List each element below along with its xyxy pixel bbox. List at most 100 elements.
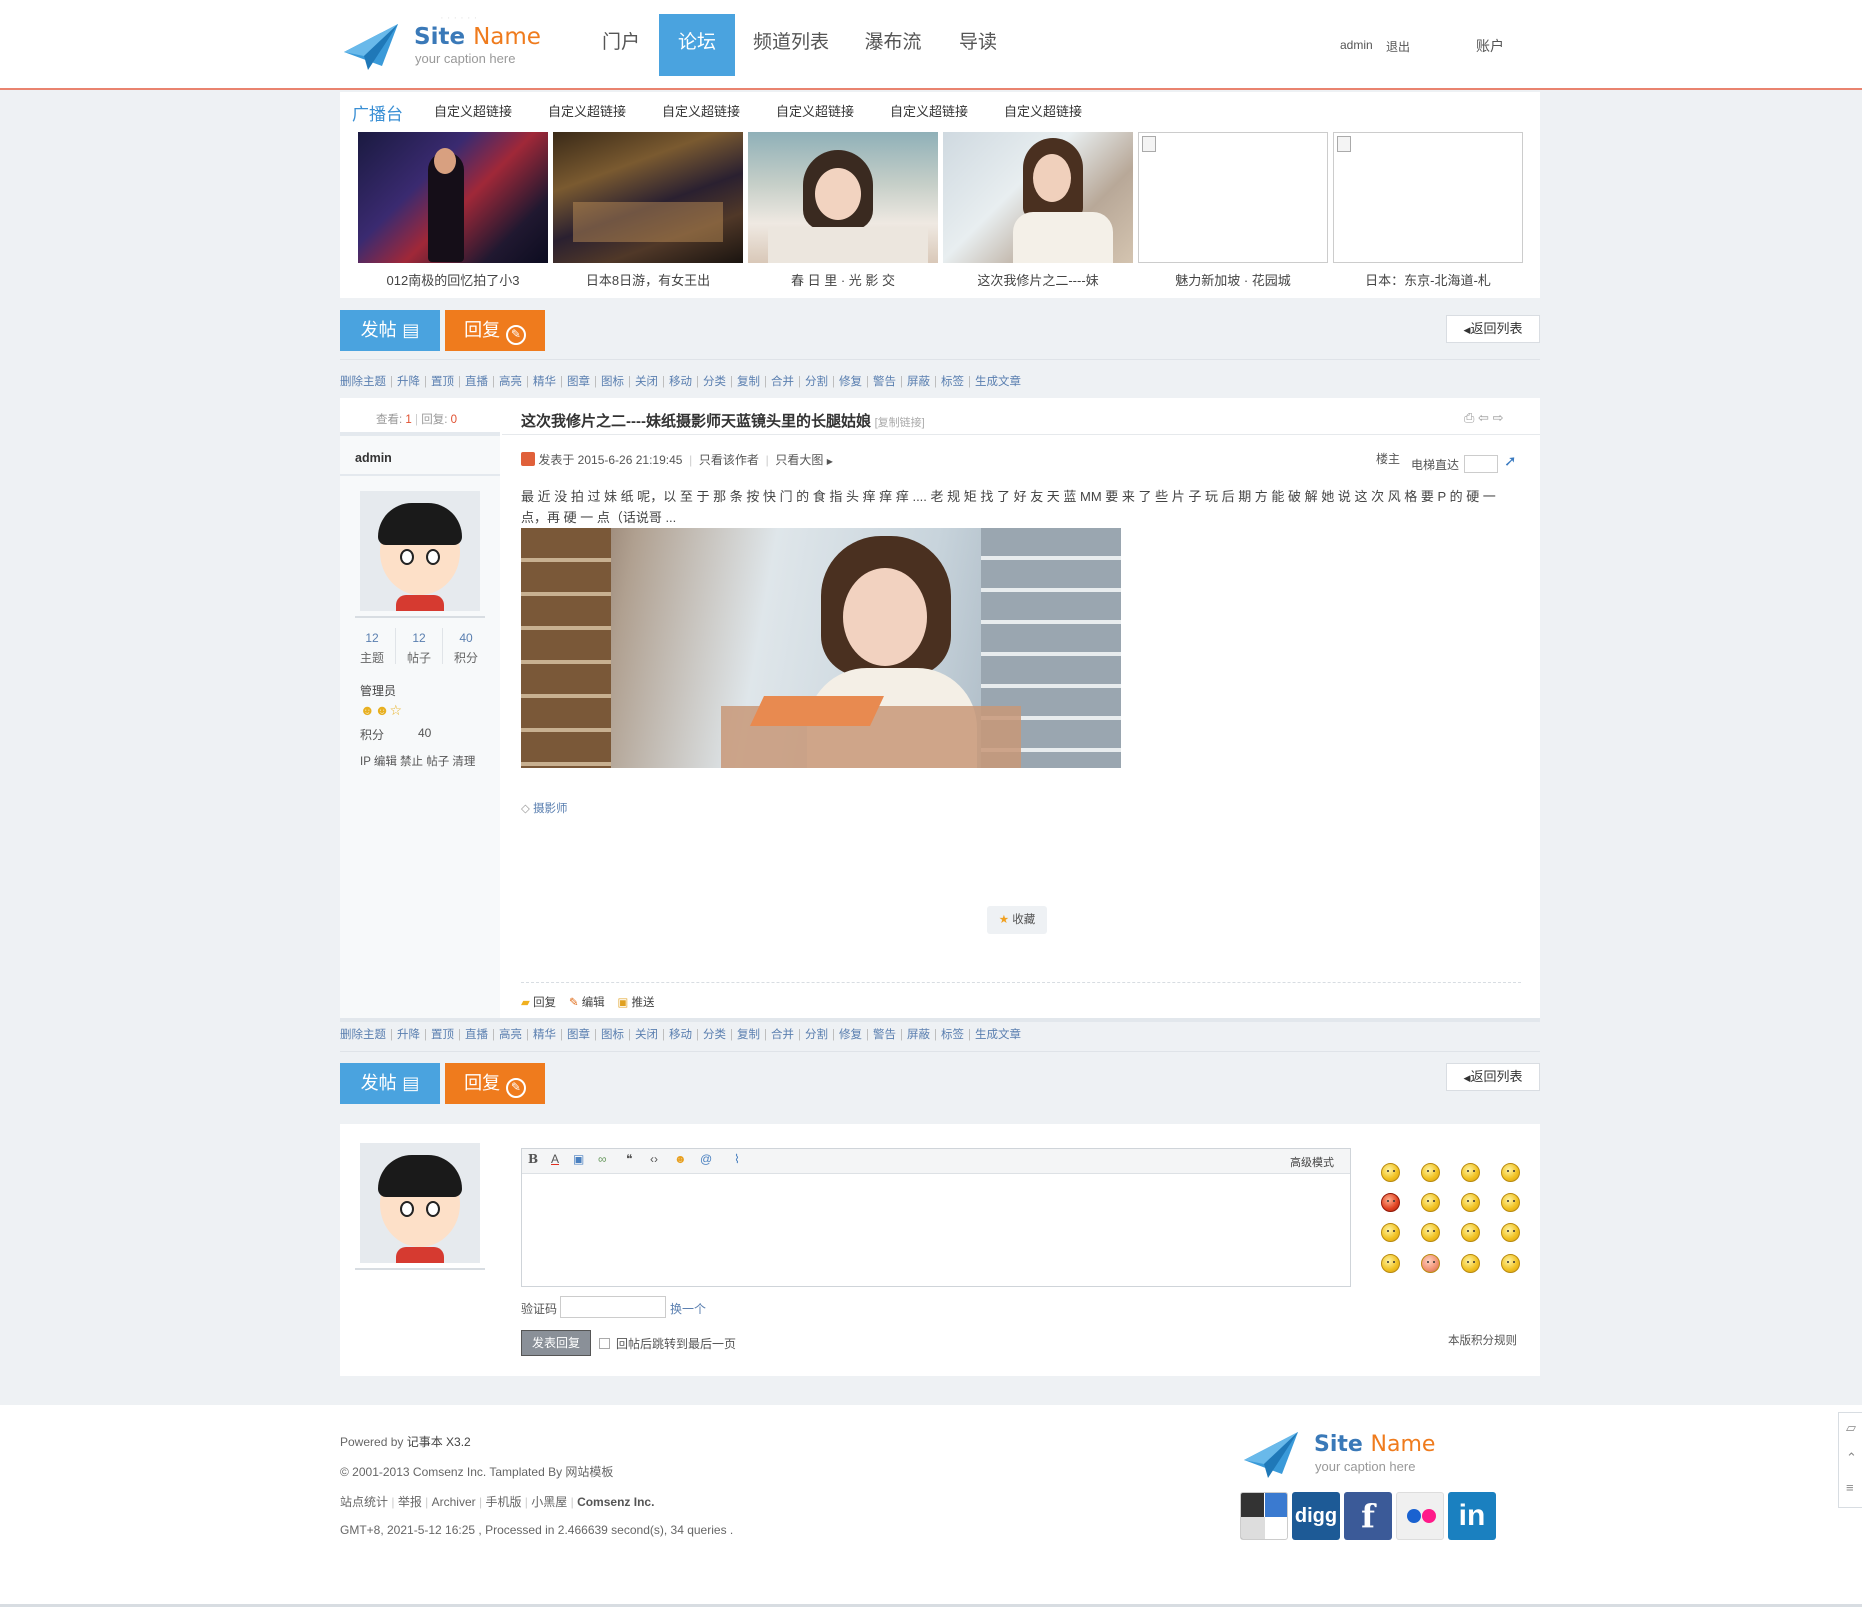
at-icon[interactable]: @ (700, 1152, 712, 1166)
moderation-action[interactable]: 复制 (737, 1029, 760, 1041)
moderation-action[interactable]: 删除主题 (340, 376, 386, 388)
favorite-button[interactable]: ★ 收藏 (987, 906, 1047, 934)
edit-action[interactable]: ✎ 编辑 (569, 997, 605, 1009)
back-to-list-button[interactable]: ◀返回列表 (1446, 1063, 1540, 1091)
reply-action[interactable]: ▰ 回复 (521, 997, 556, 1009)
moderation-action[interactable]: 直播 (465, 1029, 488, 1041)
submit-reply-button[interactable]: 发表回复 (521, 1330, 591, 1356)
thumbnail-broken-image[interactable] (1138, 132, 1328, 263)
avatar[interactable] (360, 491, 480, 611)
sweat-emoji[interactable] (1381, 1254, 1400, 1273)
bold-icon[interactable]: B (528, 1152, 538, 1166)
list-icon[interactable]: ≡ (1846, 1480, 1854, 1495)
moderation-action[interactable]: 修复 (839, 376, 862, 388)
moderation-action[interactable]: 标签 (941, 1029, 964, 1041)
quick-reply-float-icon[interactable]: ▱ (1846, 1420, 1856, 1436)
teeth-emoji[interactable] (1501, 1223, 1520, 1242)
thumbnail-caption[interactable]: 日本8日游，有女王出 (553, 270, 743, 289)
thumbnail-japan-night[interactable] (553, 132, 743, 263)
moderation-action[interactable]: 关闭 (635, 1029, 658, 1041)
back-to-top-icon[interactable]: ⌃ (1846, 1450, 1857, 1466)
custom-link[interactable]: 自定义超链接 (548, 101, 626, 120)
moderation-action[interactable]: 移动 (669, 376, 692, 388)
stat-posts[interactable]: 12 (399, 631, 439, 645)
moderation-action[interactable]: 置顶 (431, 1029, 454, 1041)
image-icon[interactable]: ▣ (573, 1152, 584, 1166)
thumbnail-caption[interactable]: 春 日 里 · 光 影 交 (748, 270, 938, 289)
tongue-emoji[interactable] (1421, 1223, 1440, 1242)
smile-emoji[interactable] (1461, 1163, 1480, 1182)
moderation-action[interactable]: 警告 (873, 1029, 896, 1041)
custom-link[interactable]: 自定义超链接 (1004, 101, 1082, 120)
custom-link[interactable]: 自定义超链接 (434, 101, 512, 120)
thumbnail-headphone-girl[interactable] (943, 132, 1133, 263)
moderation-action[interactable]: 图标 (601, 1029, 624, 1041)
footer-logo[interactable]: Site Name your caption here (1242, 1428, 1482, 1480)
blush-emoji[interactable] (1421, 1254, 1440, 1273)
logout-link[interactable]: 退出 (1386, 38, 1410, 55)
sad-emoji[interactable] (1421, 1163, 1440, 1182)
new-post-button[interactable]: 发帖 ▤ (340, 310, 440, 351)
custom-link[interactable]: 自定义超链接 (776, 101, 854, 120)
next-thread-icon[interactable]: ⇨ (1493, 410, 1504, 425)
custom-link[interactable]: 自定义超链接 (890, 101, 968, 120)
moderation-action[interactable]: 升降 (397, 376, 420, 388)
link-icon[interactable]: ∞ (598, 1152, 607, 1166)
print-icon[interactable]: ⎙ (1464, 410, 1474, 425)
facebook-icon[interactable]: f (1344, 1492, 1392, 1540)
user-name-link[interactable]: admin (1340, 38, 1373, 52)
moderation-action[interactable]: 分类 (703, 1029, 726, 1041)
thumbnail-broken-image[interactable] (1333, 132, 1523, 263)
jump-go-icon[interactable]: ➚ (1504, 452, 1517, 470)
flickr-icon[interactable] (1396, 1492, 1444, 1540)
new-post-button[interactable]: 发帖 ▤ (340, 1063, 440, 1104)
nav-waterfall[interactable]: 瀑布流 (858, 14, 928, 76)
cry-emoji[interactable] (1501, 1163, 1520, 1182)
moderation-action[interactable]: 置顶 (431, 376, 454, 388)
moderation-action[interactable]: 高亮 (499, 376, 522, 388)
moderation-action[interactable]: 关闭 (635, 376, 658, 388)
moderation-action[interactable]: 图章 (567, 376, 590, 388)
advanced-mode-link[interactable]: 高级模式 (1290, 1154, 1334, 1170)
code-icon[interactable]: ‹› (650, 1152, 658, 1166)
jump-last-checkbox[interactable] (599, 1338, 610, 1349)
thumbnail-caption[interactable]: 魅力新加坡 · 花园城 (1138, 270, 1328, 289)
thumbnail-caption[interactable]: 日本：东京-北海道-札 (1333, 270, 1523, 289)
moderation-action[interactable]: 合并 (771, 376, 794, 388)
linkedin-icon[interactable]: in (1448, 1492, 1496, 1540)
moderation-action[interactable]: 屏蔽 (907, 376, 930, 388)
captcha-input[interactable] (560, 1296, 666, 1318)
thumbnail-caption[interactable]: 这次我修片之二----妹 (943, 270, 1133, 289)
captcha-change-link[interactable]: 换一个 (670, 1300, 706, 1317)
account-link[interactable]: 账户 (1476, 36, 1504, 56)
site-logo[interactable]: Site Name your caption here (342, 20, 602, 72)
moderation-action[interactable]: 精华 (533, 376, 556, 388)
moderation-action[interactable]: 移动 (669, 1029, 692, 1041)
footer-link-blacklist[interactable]: 小黑屋 (531, 1495, 567, 1509)
credit-rules-link[interactable]: 本版积分规则 (1448, 1332, 1517, 1348)
nav-portal[interactable]: 门户 (590, 14, 652, 76)
nav-channel-list[interactable]: 频道列表 (748, 14, 834, 76)
moderation-action[interactable]: 生成文章 (975, 376, 1021, 388)
back-to-list-button[interactable]: ◀返回列表 (1446, 315, 1540, 343)
moderation-action[interactable]: 删除主题 (340, 1029, 386, 1041)
shocked-emoji[interactable] (1421, 1193, 1440, 1212)
moderation-action[interactable]: 直播 (465, 376, 488, 388)
happy-emoji[interactable] (1501, 1254, 1520, 1273)
user-group[interactable]: 管理员 (360, 682, 396, 699)
moderation-action[interactable]: 合并 (771, 1029, 794, 1041)
prev-thread-icon[interactable]: ⇦ (1478, 410, 1489, 425)
shy-emoji[interactable] (1461, 1193, 1480, 1212)
footer-link-report[interactable]: 举报 (398, 1495, 422, 1509)
admin-links[interactable]: IP 编辑 禁止 帖子 清理 (360, 753, 475, 769)
wink-emoji[interactable] (1381, 1223, 1400, 1242)
moderation-action[interactable]: 警告 (873, 376, 896, 388)
moderation-action[interactable]: 高亮 (499, 1029, 522, 1041)
footer-company[interactable]: Comsenz Inc. (577, 1495, 654, 1509)
author-name[interactable]: admin (355, 451, 392, 465)
copy-link[interactable]: [复制链接] (875, 417, 925, 429)
powered-name-link[interactable]: 记事本 X3.2 (407, 1435, 471, 1449)
jump-floor-input[interactable] (1464, 455, 1498, 473)
delicious-icon[interactable] (1240, 1492, 1288, 1540)
moderation-action[interactable]: 分割 (805, 1029, 828, 1041)
